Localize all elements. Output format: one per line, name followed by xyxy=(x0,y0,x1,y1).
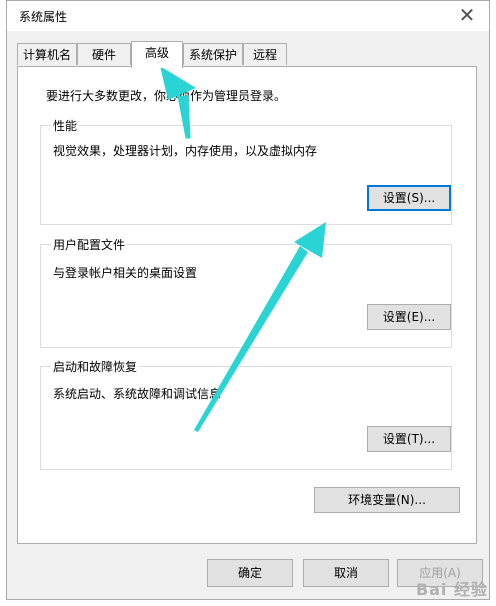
admin-note: 要进行大多数更改，你必须作为管理员登录。 xyxy=(46,89,287,103)
tab-system-protection[interactable]: 系统保护 xyxy=(183,43,243,65)
startup-recovery-desc: 系统启动、系统故障和调试信息 xyxy=(53,387,222,401)
startup-recovery-group: 启动和故障恢复 系统启动、系统故障和调试信息 设置(T)... xyxy=(40,358,452,470)
close-icon[interactable]: ✕ xyxy=(455,3,479,27)
performance-title: 性能 xyxy=(51,117,80,134)
performance-group: 性能 视觉效果，处理器计划，内存使用，以及虚拟内存 设置(S)... xyxy=(40,117,452,225)
system-properties-dialog: 系统属性 ✕ 计算机名 硬件 高级 系统保护 远程 要进行大多数更改，你必须作为… xyxy=(6,0,490,600)
startup-recovery-settings-button[interactable]: 设置(T)... xyxy=(367,426,451,452)
advanced-panel: 要进行大多数更改，你必须作为管理员登录。 性能 视觉效果，处理器计划，内存使用，… xyxy=(17,66,477,544)
tab-remote[interactable]: 远程 xyxy=(243,43,287,65)
user-profile-title: 用户配置文件 xyxy=(51,236,128,253)
window-title: 系统属性 xyxy=(19,10,68,24)
user-profile-settings-button[interactable]: 设置(E)... xyxy=(367,304,451,330)
tab-advanced[interactable]: 高级 xyxy=(131,41,183,68)
watermark: Bai 经验 xyxy=(415,580,488,599)
tab-hardware[interactable]: 硬件 xyxy=(77,43,131,65)
tab-computer-name[interactable]: 计算机名 xyxy=(17,43,77,65)
performance-settings-button[interactable]: 设置(S)... xyxy=(367,185,451,211)
startup-recovery-title: 启动和故障恢复 xyxy=(51,358,140,375)
environment-variables-button[interactable]: 环境变量(N)... xyxy=(314,487,460,513)
performance-desc: 视觉效果，处理器计划，内存使用，以及虚拟内存 xyxy=(53,144,318,158)
cancel-button[interactable]: 取消 xyxy=(303,559,389,587)
user-profile-group: 用户配置文件 与登录帐户相关的桌面设置 设置(E)... xyxy=(40,236,452,348)
title-bar: 系统属性 ✕ xyxy=(7,1,489,31)
ok-button[interactable]: 确定 xyxy=(207,559,293,587)
user-profile-desc: 与登录帐户相关的桌面设置 xyxy=(53,266,198,280)
